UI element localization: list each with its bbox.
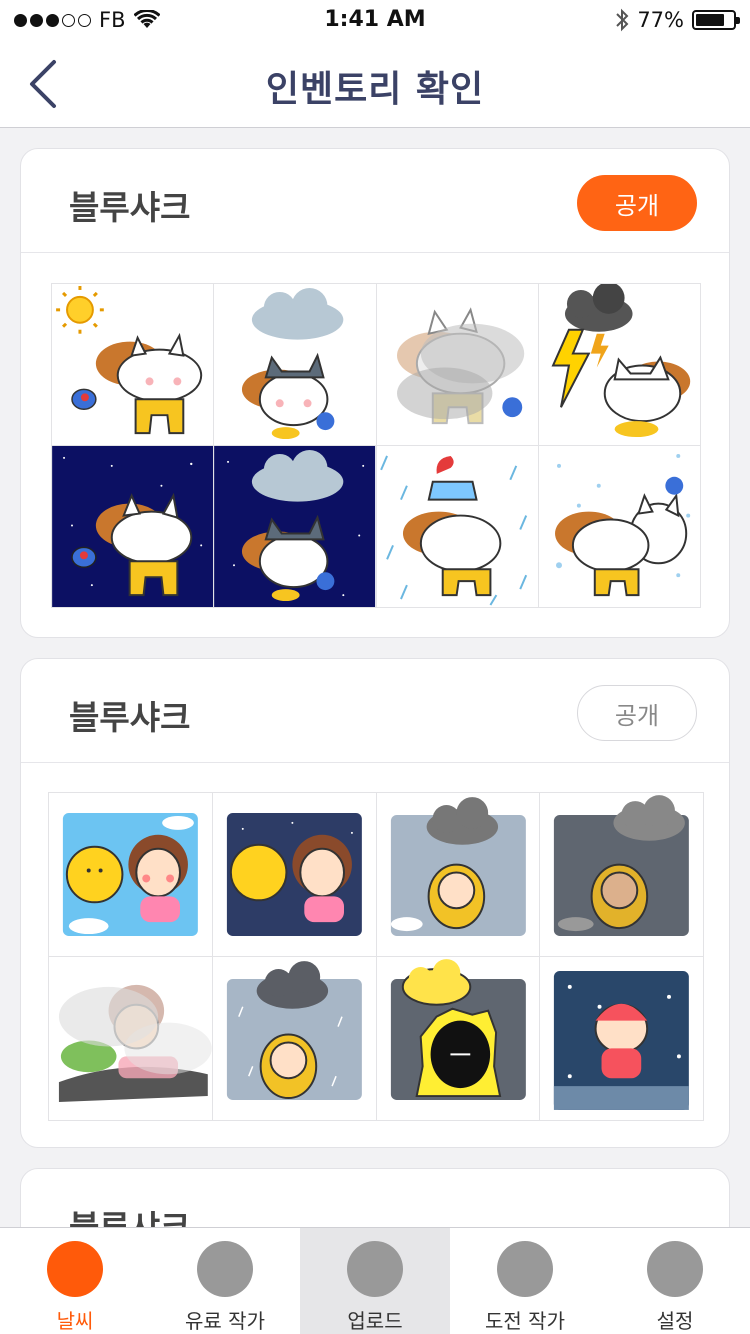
status-right: 77% <box>615 8 740 32</box>
tab-bar: 날씨 유료 작가 업로드 도전 작가 설정 <box>0 1227 750 1334</box>
thunder-cat-sticker-image <box>538 284 700 445</box>
tab-label: 유료 작가 <box>185 1309 265 1333</box>
sticker-night-cloudy[interactable] <box>214 446 377 608</box>
night-cloudy-cat-sticker-image <box>214 446 376 607</box>
tab-upload[interactable]: 업로드 <box>300 1228 450 1334</box>
sticker-snow[interactable] <box>538 446 701 608</box>
sticker-pack-card: 블루샤크 공개 <box>20 658 730 1148</box>
thunder-girl-sticker-image <box>376 957 540 1120</box>
challenge-artists-tab-icon <box>497 1241 553 1297</box>
cloudy-girl-sticker-image <box>376 793 540 956</box>
rainy-cat-sticker-image <box>376 446 538 607</box>
night-girl-sticker-image <box>212 793 376 956</box>
snowy-girl-sticker-image <box>540 957 703 1120</box>
sticker-night-girl[interactable] <box>212 793 377 957</box>
tab-weather[interactable]: 날씨 <box>0 1228 150 1334</box>
sticker-rainy-girl[interactable] <box>212 957 377 1121</box>
publish-button[interactable]: 공개 <box>577 685 697 741</box>
card-header: 블루샤크 <box>21 1169 729 1227</box>
battery-icon <box>692 10 740 30</box>
sunny-cat-sticker-image <box>52 284 214 445</box>
inventory-list[interactable]: 블루샤크 공개 블루샤크 공개 <box>0 129 750 1227</box>
sticker-night[interactable] <box>52 446 215 608</box>
foggy-girl-sticker-image <box>49 957 212 1120</box>
upload-tab-icon <box>347 1241 403 1297</box>
tab-paid-artists[interactable]: 유료 작가 <box>150 1228 300 1334</box>
tab-settings[interactable]: 설정 <box>600 1228 750 1334</box>
tab-label: 날씨 <box>56 1309 94 1333</box>
sticker-thunder[interactable] <box>538 284 701 446</box>
sticker-grid <box>51 283 701 608</box>
navigation-bar: 인벤토리 확인 <box>0 40 750 128</box>
paid-artists-tab-icon <box>197 1241 253 1297</box>
status-bar: FB 1:41 AM 77% <box>0 0 750 40</box>
sticker-fog[interactable] <box>376 284 539 446</box>
card-header: 블루샤크 공개 <box>21 149 729 253</box>
cloudy-cat-sticker-image <box>214 284 376 445</box>
sticker-grid <box>48 792 704 1121</box>
tab-label: 설정 <box>656 1309 694 1333</box>
sticker-cloudy[interactable] <box>214 284 377 446</box>
sticker-pack-card: 블루샤크 <box>20 1168 730 1227</box>
settings-tab-icon <box>647 1241 703 1297</box>
tab-label: 도전 작가 <box>485 1309 565 1333</box>
snowy-cat-sticker-image <box>538 446 700 607</box>
card-title: 블루샤크 <box>69 1201 190 1227</box>
sticker-cloudy-girl[interactable] <box>376 793 541 957</box>
battery-percentage: 77% <box>637 8 684 32</box>
sunny-girl-sticker-image <box>49 793 212 956</box>
card-title: 블루샤크 <box>69 188 191 227</box>
tab-challenge-artists[interactable]: 도전 작가 <box>450 1228 600 1334</box>
foggy-cat-sticker-image <box>376 284 538 445</box>
sticker-sunny-girl[interactable] <box>49 793 213 957</box>
publish-button[interactable]: 공개 <box>577 175 697 231</box>
sticker-thunder-girl[interactable] <box>376 957 541 1121</box>
card-header: 블루샤크 공개 <box>21 659 729 763</box>
bluetooth-icon <box>616 8 629 32</box>
weather-tab-icon <box>47 1241 103 1297</box>
night-cat-sticker-image <box>52 446 214 607</box>
page-title: 인벤토리 확인 <box>265 69 485 110</box>
sticker-foggy-girl[interactable] <box>49 957 213 1121</box>
sticker-dark-cloudy-girl[interactable] <box>540 793 704 957</box>
tab-label: 업로드 <box>347 1309 403 1333</box>
sticker-snowy-girl[interactable] <box>540 957 704 1121</box>
rainy-girl-sticker-image <box>212 957 376 1120</box>
dark-cloudy-girl-sticker-image <box>540 793 703 956</box>
sticker-pack-card: 블루샤크 공개 <box>20 148 730 638</box>
card-title: 블루샤크 <box>69 698 191 737</box>
sticker-sunny[interactable] <box>52 284 215 446</box>
sticker-rain[interactable] <box>376 446 539 608</box>
